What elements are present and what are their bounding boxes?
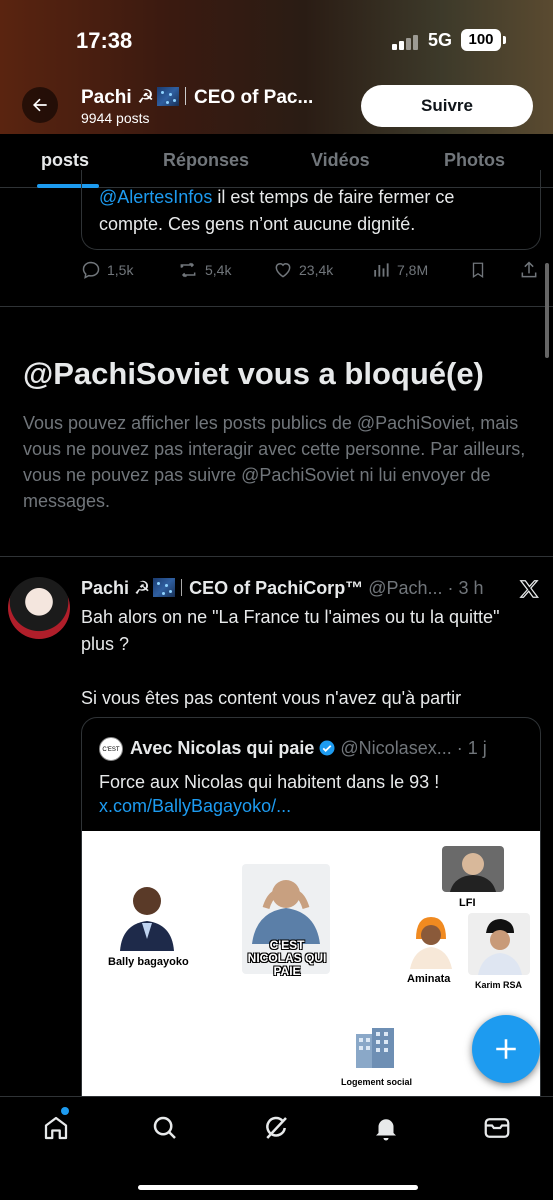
name-separator <box>181 579 183 596</box>
bookmark-icon <box>472 262 484 279</box>
profile-name: Pachi ☭ CEO of Pac... <box>81 86 341 109</box>
partial-quote-text: @AlertesInfos il est temps de faire ferm… <box>99 184 519 238</box>
reply-icon <box>82 261 100 279</box>
bally-label: Bally bagayoko <box>108 956 189 968</box>
display-name: Pachi ☭ <box>81 87 155 108</box>
tweet-time: · 3 h <box>447 578 484 598</box>
like-count: 23,4k <box>299 262 334 278</box>
x-logo-icon <box>519 580 539 598</box>
grok-icon <box>266 1116 287 1139</box>
blocked-description: Vous pouvez afficher les posts publics d… <box>23 413 526 511</box>
tweet-author-title: CEO of PachiCorp™ <box>189 578 364 598</box>
lfi-photo <box>442 846 504 892</box>
tab-replies[interactable]: Réponses <box>163 150 249 171</box>
flag-emoji-icon <box>153 578 176 597</box>
battery-tip <box>503 36 506 44</box>
repost-action[interactable]: 5,4k <box>177 260 231 280</box>
repost-count: 5,4k <box>205 262 232 278</box>
home-icon <box>44 1116 68 1140</box>
bell-icon <box>376 1119 396 1141</box>
network-type: 5G <box>428 30 453 50</box>
building-icon <box>352 1026 398 1070</box>
name-separator <box>185 87 187 105</box>
home-indicator <box>138 1185 418 1190</box>
search-icon <box>153 1116 176 1139</box>
views-count: 7,8M <box>397 262 429 278</box>
quote-author-name: Avec Nicolas qui paie <box>130 738 315 758</box>
mention-link[interactable]: @AlertesInfos <box>99 187 212 207</box>
status-time: 17:38 <box>76 28 133 53</box>
quote-header: Avec Nicolas qui paie @Nicolasex... · 1 j <box>130 738 530 759</box>
plus-icon <box>496 1039 516 1059</box>
flag-emoji-icon <box>157 87 180 106</box>
blocked-title: @PachiSoviet vous a bloqué(e) <box>23 356 484 391</box>
posts-count: 9944 posts <box>81 110 150 126</box>
tweet-actions: 1,5k 5,4k 23,4k 7,8M <box>81 260 541 284</box>
views-action[interactable]: 7,8M <box>371 260 428 280</box>
karim-label: Karim RSA <box>475 980 523 990</box>
quote-text: Force aux Nicolas qui habitent dans le 9… <box>99 772 440 792</box>
profile-bio-title: CEO of Pac... <box>194 87 314 108</box>
tweet-text-line: Si vous êtes pas content vous n'avez qu'… <box>81 688 462 708</box>
avatar[interactable] <box>8 577 70 639</box>
divider <box>0 306 553 307</box>
karim-photo <box>468 913 530 975</box>
verified-badge-icon <box>319 740 335 756</box>
tab-videos[interactable]: Vidéos <box>311 150 370 171</box>
aminata-label: Aminata <box>407 973 451 985</box>
tab-posts[interactable]: posts <box>41 150 89 171</box>
notification-dot <box>61 1107 69 1115</box>
follow-button[interactable]: Suivre <box>361 85 533 127</box>
nav-grok[interactable] <box>261 1113 291 1143</box>
nav-messages[interactable] <box>482 1113 512 1143</box>
bally-photo <box>112 879 182 951</box>
signal-icon <box>392 34 420 50</box>
scrollbar[interactable] <box>545 263 549 358</box>
quote-avatar: C'EST NICOLAS <box>99 737 123 761</box>
aminata-photo <box>400 909 462 969</box>
like-action[interactable]: 23,4k <box>273 260 333 280</box>
nicolas-caption: C'EST NICOLAS QUI PAIE <box>247 938 327 978</box>
quote-time: · 1 j <box>456 738 487 758</box>
mail-icon <box>484 1118 510 1138</box>
logement-label: Logement social <box>341 1077 413 1087</box>
views-icon <box>374 263 389 277</box>
compose-button[interactable] <box>472 1015 540 1083</box>
bookmark-action[interactable] <box>469 260 493 280</box>
tweet-author-name[interactable]: Pachi ☭ <box>81 578 150 598</box>
share-icon <box>521 261 537 278</box>
reply-count: 1,5k <box>107 262 134 278</box>
quote-media-image[interactable]: Bally bagayoko C'EST NICOLAS QUI PAIE LF… <box>82 831 540 1116</box>
share-action[interactable] <box>519 260 545 280</box>
repost-icon <box>180 262 196 278</box>
quote-link[interactable]: x.com/BallyBagayoko/... <box>99 796 291 817</box>
nav-home[interactable] <box>41 1113 71 1143</box>
nav-search[interactable] <box>150 1113 180 1143</box>
arrow-left-icon <box>33 98 47 112</box>
quote-author-handle: @Nicolasex... <box>340 738 452 758</box>
nav-notifications[interactable] <box>371 1113 401 1143</box>
reply-action[interactable]: 1,5k <box>81 260 133 280</box>
lfi-label: LFI <box>459 897 476 909</box>
divider <box>0 556 553 557</box>
status-bar: 17:38 5G 100 <box>0 0 553 80</box>
tweet-text-line: Bah alors on ne "La France tu l'aimes ou… <box>81 607 500 654</box>
tweet-text: Bah alors on ne "La France tu l'aimes ou… <box>81 604 531 712</box>
heart-icon <box>275 263 291 278</box>
back-button[interactable] <box>22 87 58 123</box>
tab-photos[interactable]: Photos <box>444 150 505 171</box>
tweet-author-handle[interactable]: @Pach... <box>368 578 442 598</box>
battery-icon: 100 <box>461 29 501 51</box>
tweet-header: Pachi ☭ CEO of PachiCorp™ @Pach... · 3 h <box>81 578 511 599</box>
